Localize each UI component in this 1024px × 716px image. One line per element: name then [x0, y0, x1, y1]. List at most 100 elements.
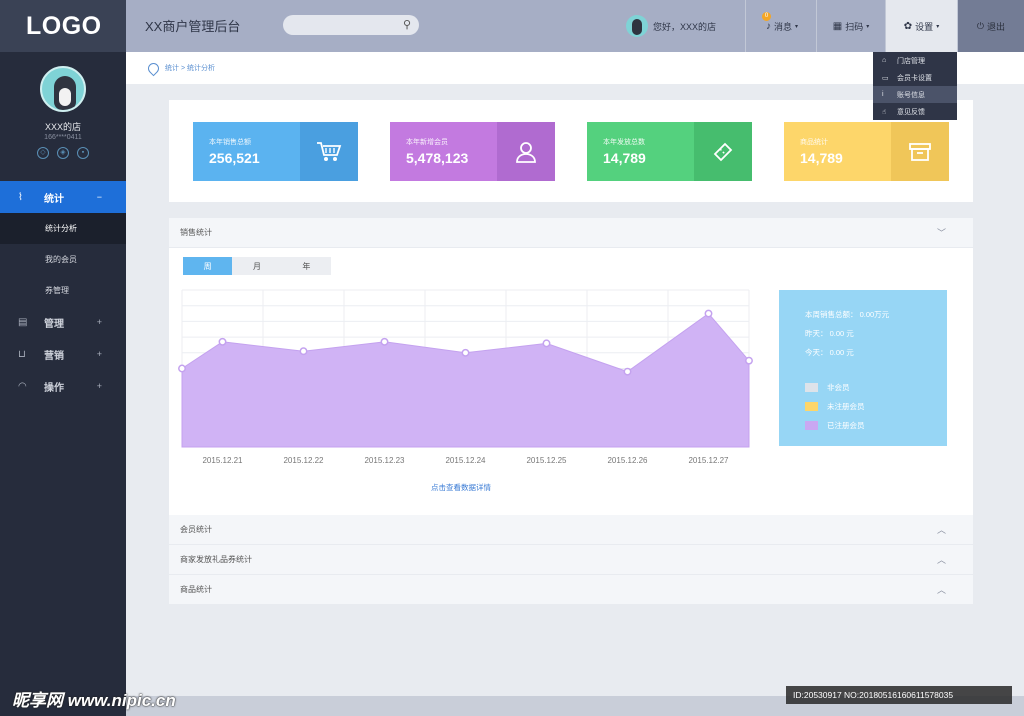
- cart-icon: [300, 122, 358, 181]
- messages-button[interactable]: 0 ♪ 消息 ▾: [748, 0, 817, 52]
- sidebar-nav: ⌇ 统计 − 统计分析 我的会员 券管理 ▤ 管理 + ⊔ 营销 + ◠ 操作 …: [0, 181, 126, 402]
- chevron-down-icon[interactable]: ﹀: [937, 226, 946, 239]
- menu-item-account[interactable]: i 账号信息: [873, 86, 957, 103]
- avatar[interactable]: [40, 66, 86, 112]
- user-icon: [497, 122, 555, 181]
- summary-yesterday: 昨天： 0.00 元: [805, 329, 854, 338]
- search-icon[interactable]: ⚲: [403, 18, 411, 31]
- profile: XXX的店 166****0411 ◇ ◈ ▪: [0, 52, 126, 182]
- sidebar-subitem-members[interactable]: 我的会员: [0, 244, 126, 275]
- messages-label: 消息: [773, 21, 792, 32]
- panel-header[interactable]: 商家发放礼品券统计 ︿: [169, 545, 973, 575]
- stat-value: 5,478,123: [406, 150, 469, 166]
- summary-week-total: 本周销售总额： 0.00万元: [805, 310, 890, 319]
- breadcrumb-text[interactable]: 统计 > 统计分析: [165, 63, 215, 73]
- x-tick-label: 2015.12.25: [526, 456, 567, 465]
- x-tick-label: 2015.12.21: [202, 456, 243, 465]
- x-tick-label: 2015.12.23: [364, 456, 405, 465]
- settings-button[interactable]: ✿ 设置 ▾: [886, 0, 958, 52]
- ticket-icon: [694, 122, 752, 181]
- shop-phone: 166****0411: [44, 134, 82, 141]
- legend-swatch: [805, 383, 818, 392]
- scan-label: 扫码: [845, 21, 864, 32]
- legend-item: 非会员: [805, 378, 947, 397]
- data-point: [704, 309, 713, 318]
- logo[interactable]: LOGO: [0, 0, 126, 52]
- shield-icon[interactable]: ◇: [37, 147, 49, 159]
- x-tick-label: 2015.12.22: [283, 456, 324, 465]
- panel-title: 商品统计: [180, 585, 212, 594]
- gear-icon: ✿: [903, 20, 913, 32]
- user-menu[interactable]: 您好，XXX的店: [626, 0, 746, 52]
- view-details-link[interactable]: 点击查看数据详情: [431, 482, 491, 493]
- qr-icon: ▦: [832, 20, 843, 32]
- caret-down-icon: ▾: [936, 23, 940, 30]
- sidebar-item-operations[interactable]: ◠ 操作 +: [0, 370, 126, 402]
- menu-item-store[interactable]: ⌂ 门店管理: [873, 52, 957, 69]
- sidebar-item-marketing[interactable]: ⊔ 营销 +: [0, 338, 126, 370]
- vip-icon[interactable]: ▪: [77, 147, 89, 159]
- sales-summary-box: 本周销售总额： 0.00万元 昨天： 0.00 元 今天： 0.00 元 非会员…: [779, 290, 947, 446]
- stat-card-sales[interactable]: 本年销售总额 256,521: [193, 122, 358, 181]
- avatar: [626, 15, 648, 37]
- tab-month[interactable]: 月: [232, 257, 281, 275]
- location-pin-icon: [145, 60, 162, 76]
- chevron-up-icon[interactable]: ︿: [937, 553, 946, 566]
- menu-item-label: 会员卡设置: [897, 74, 932, 82]
- x-tick-label: 2015.12.26: [607, 456, 648, 465]
- stats-panel: 本年销售总额 256,521 本年新增会员 5,478,123 本年发放总数 1…: [169, 100, 973, 202]
- stat-value: 256,521: [209, 150, 260, 166]
- stat-card-issued[interactable]: 本年发放总数 14,789: [587, 122, 752, 181]
- data-point: [380, 337, 389, 346]
- data-point: [461, 348, 470, 357]
- cart-icon: ⊔: [18, 348, 26, 360]
- menu-item-card[interactable]: ▭ 会员卡设置: [873, 69, 957, 86]
- stat-card-members[interactable]: 本年新增会员 5,478,123: [390, 122, 555, 181]
- caret-down-icon: ▾: [795, 23, 799, 30]
- search-input[interactable]: ⚲: [283, 15, 419, 35]
- panel-header[interactable]: 销售统计 ﹀: [169, 218, 973, 248]
- stat-value: 14,789: [603, 150, 646, 166]
- sidebar-subitem-coupons[interactable]: 券管理: [0, 275, 126, 306]
- legend-swatch: [805, 402, 818, 411]
- legend-item: 未注册会员: [805, 397, 947, 416]
- menu-item-label: 门店管理: [897, 57, 925, 65]
- profile-icons: ◇ ◈ ▪: [0, 147, 126, 159]
- sidebar-item-manage[interactable]: ▤ 管理 +: [0, 306, 126, 338]
- badge-icon[interactable]: ◈: [57, 147, 69, 159]
- sidebar-item-label: 操作: [44, 382, 64, 394]
- logout-button[interactable]: ⏻ 退出: [958, 0, 1024, 52]
- chart-icon: ⌇: [18, 191, 23, 203]
- menu-item-label: 意见反馈: [897, 108, 925, 116]
- panel-title: 会员统计: [180, 525, 212, 534]
- chevron-up-icon[interactable]: ︿: [937, 523, 946, 536]
- stat-card-products[interactable]: 商品统计 14,789: [784, 122, 949, 181]
- expand-icon: +: [96, 349, 102, 359]
- data-point: [623, 367, 632, 376]
- scan-button[interactable]: ▦ 扫码 ▾: [817, 0, 886, 52]
- sidebar-subitem-analysis[interactable]: 统计分析: [0, 213, 126, 244]
- legend-label: 已注册会员: [827, 421, 865, 430]
- info-icon: i: [882, 91, 884, 98]
- menu-item-feedback[interactable]: ☝ 意见反馈: [873, 103, 957, 120]
- panel-header[interactable]: 商品统计 ︿: [169, 575, 973, 605]
- sidebar: LOGO XXX的店 166****0411 ◇ ◈ ▪ ⌇ 统计 − 统计分析…: [0, 0, 126, 716]
- watermark-right: ID:20530917 NO:20180516160611578035: [786, 686, 1012, 704]
- expand-icon: +: [96, 317, 102, 327]
- stat-value: 14,789: [800, 150, 843, 166]
- message-count-badge: 0: [762, 12, 771, 21]
- sidebar-item-stats[interactable]: ⌇ 统计 −: [0, 181, 126, 213]
- tab-year[interactable]: 年: [282, 257, 331, 275]
- panel-header[interactable]: 会员统计 ︿: [169, 515, 973, 545]
- chevron-up-icon[interactable]: ︿: [937, 583, 946, 596]
- tab-week[interactable]: 周: [183, 257, 233, 275]
- data-point: [299, 347, 308, 356]
- settings-dropdown: ⌂ 门店管理 ▭ 会员卡设置 i 账号信息 ☝ 意见反馈: [873, 52, 957, 120]
- stat-title: 商品统计: [800, 139, 828, 146]
- area-series: [181, 312, 750, 448]
- summary-today: 今天： 0.00 元: [805, 348, 854, 357]
- sales-area-chart: 2015.12.21 2015.12.22 2015.12.23 2015.12.24…: [178, 289, 753, 465]
- legend-label: 未注册会员: [827, 402, 865, 411]
- member-stats-panel: 会员统计 ︿: [169, 515, 973, 545]
- clipboard-icon: ▤: [18, 316, 28, 328]
